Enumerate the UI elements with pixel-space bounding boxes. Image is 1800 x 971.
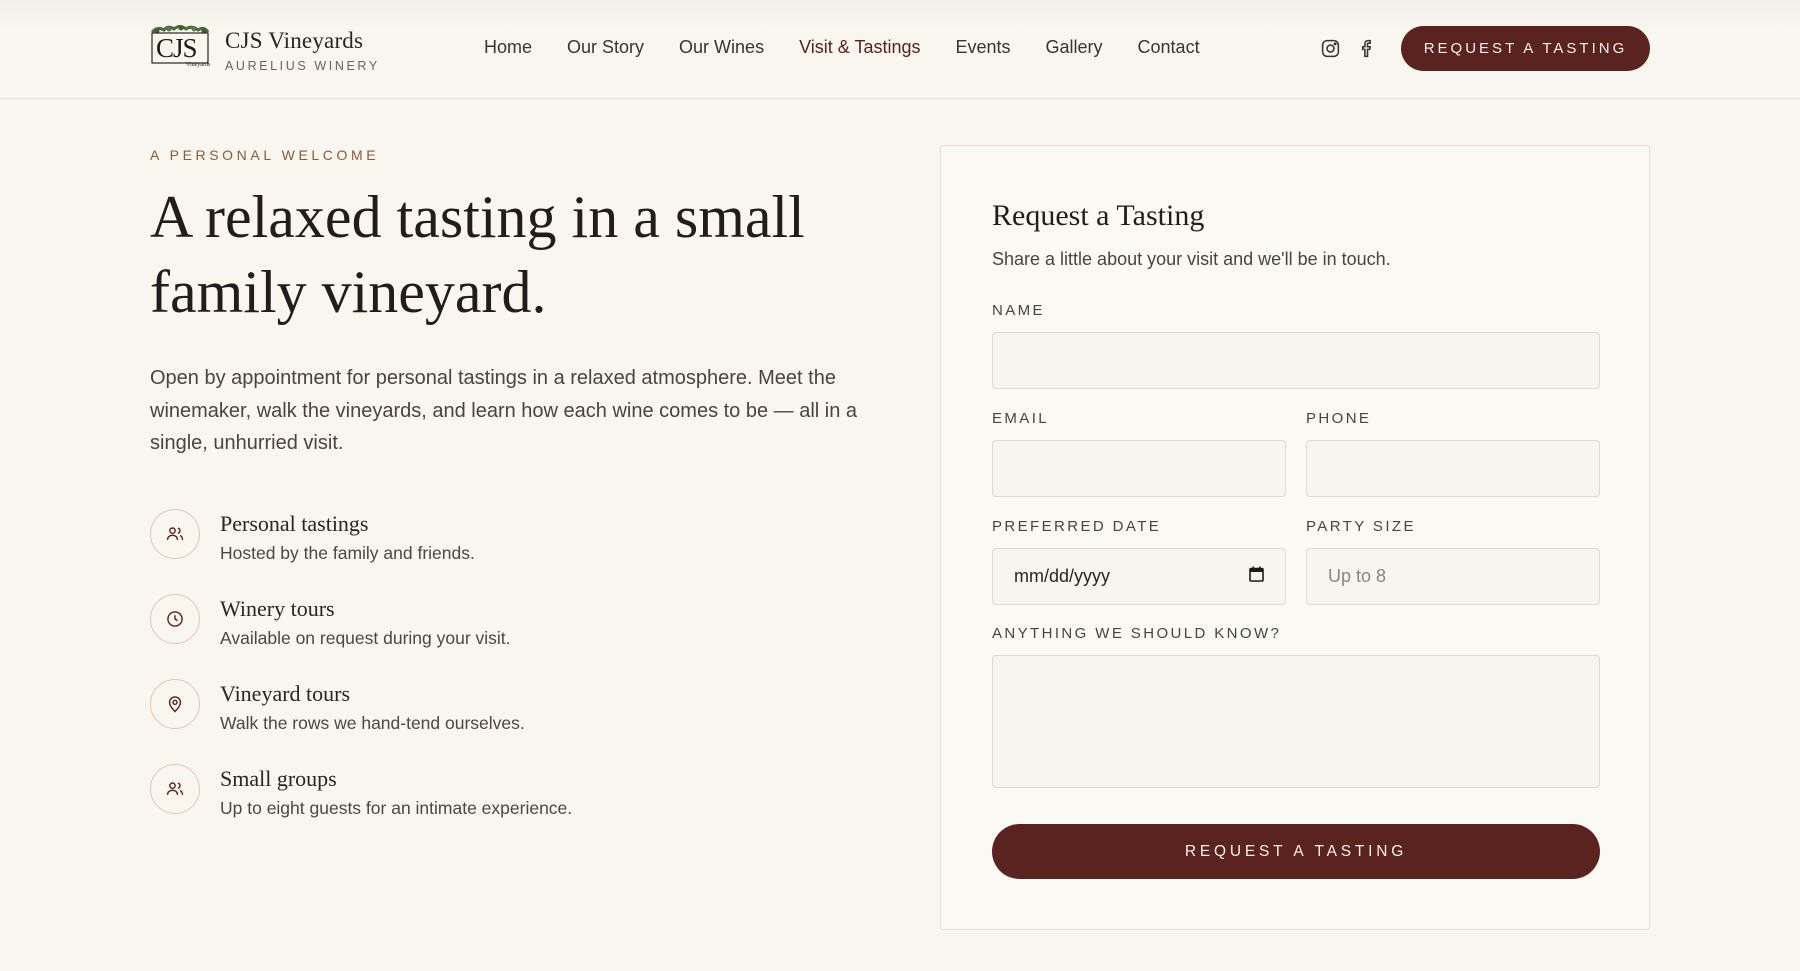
form-subtitle: Share a little about your visit and we'l… [992,249,1391,269]
facebook-icon[interactable] [1357,38,1378,59]
feature-description: Walk the rows we hand-tend ourselves. [220,713,525,733]
feature-description: Available on request during your visit. [220,628,511,648]
clock-icon [150,594,200,644]
logo-caption: Vineyards [186,62,211,68]
email-field[interactable] [992,440,1286,497]
intro-paragraph: Open by appointment for personal tasting… [150,367,858,454]
feature-title: Winery tours [220,596,335,621]
tasting-request-form: Request a Tasting Share a little about y… [940,145,1650,930]
nav-our-wines[interactable]: Our Wines [679,37,764,58]
nav-our-story[interactable]: Our Story [567,37,644,58]
logo[interactable]: CJS Vineyards [150,24,210,70]
phone-field[interactable] [1306,440,1600,497]
header-request-tasting-button[interactable]: REQUEST A TASTING [1401,26,1650,71]
nav-contact[interactable]: Contact [1138,37,1200,58]
nav-gallery[interactable]: Gallery [1046,37,1103,58]
feature-description: Up to eight guests for an intimate exper… [220,798,573,818]
main-nav: Home Our Story Our Wines Visit & Tasting… [484,37,1235,58]
map-pin-icon [150,679,200,729]
site-header: CJS Vineyards CJS Vineyards AURELIUS WIN… [0,0,1800,99]
form-title: Request a Tasting [992,199,1205,232]
users-icon [150,509,200,559]
logo-text: CJS [156,33,198,63]
page-title: A relaxed tasting in a small family vine… [150,180,870,330]
name-label: NAME [992,302,1045,319]
feature-title: Vineyard tours [220,681,351,706]
feature-title: Small groups [220,766,337,791]
notes-textarea[interactable] [992,655,1600,788]
headline-line-1: A relaxed tasting in a small [150,184,805,250]
eyebrow: A PERSONAL WELCOME [150,147,380,163]
brand-name[interactable]: CJS Vineyards [225,28,363,54]
feature-title: Personal tastings [220,511,369,536]
nav-home[interactable]: Home [484,37,532,58]
submit-request-button[interactable]: REQUEST A TASTING [992,824,1600,879]
preferred-date-label: PREFERRED DATE [992,518,1162,535]
users-icon [150,764,200,814]
preferred-date-field[interactable]: mm/dd/yyyy [992,548,1286,605]
nav-events[interactable]: Events [955,37,1010,58]
email-label: EMAIL [992,410,1050,427]
brand-subtitle: AURELIUS WINERY [225,59,380,73]
notes-label: ANYTHING WE SHOULD KNOW? [992,625,1282,642]
instagram-icon[interactable] [1320,38,1341,59]
headline-line-2: family vineyard. [150,259,547,325]
calendar-icon[interactable] [1249,566,1264,587]
phone-label: PHONE [1306,410,1372,427]
nav-visit-tastings[interactable]: Visit & Tastings [799,37,920,58]
party-size-label: PARTY SIZE [1306,518,1416,535]
party-size-field[interactable] [1306,548,1600,605]
name-field[interactable] [992,332,1600,389]
feature-description: Hosted by the family and friends. [220,543,475,563]
date-field-value: mm/dd/yyyy [1014,566,1111,586]
